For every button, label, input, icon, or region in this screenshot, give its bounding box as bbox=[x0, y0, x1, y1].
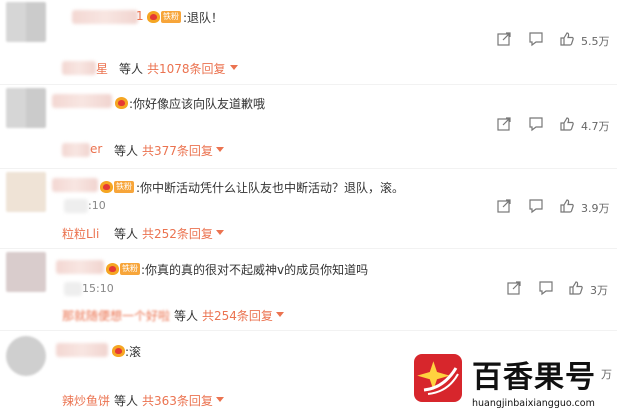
reply-user-blur bbox=[62, 143, 90, 157]
reply-user[interactable]: 那就随便想一个好啦 bbox=[62, 307, 170, 324]
avatar[interactable] bbox=[6, 172, 46, 212]
like-count: 3.9万 bbox=[581, 202, 610, 215]
commenter-name[interactable] bbox=[52, 94, 112, 108]
reply-mid-text: 等人 bbox=[119, 62, 144, 76]
fan-badge: 铁粉 bbox=[114, 181, 134, 193]
chevron-down-icon[interactable] bbox=[216, 147, 224, 152]
divider bbox=[0, 248, 617, 249]
watermark-logo-icon bbox=[414, 354, 462, 402]
reply-count[interactable]: 共254条回复 bbox=[202, 307, 273, 324]
thumbs-up-icon[interactable] bbox=[559, 31, 575, 47]
reply-user[interactable]: 辣炒鱼饼 bbox=[62, 392, 110, 409]
comment-text: :你真的真的很对不起威神v的成员你知道吗 bbox=[141, 263, 369, 277]
comment-icon[interactable] bbox=[538, 280, 554, 296]
like-count: 3万 bbox=[590, 284, 608, 297]
time-blur bbox=[64, 282, 82, 296]
forward-icon[interactable] bbox=[496, 198, 512, 214]
thumbs-up-icon[interactable] bbox=[559, 116, 575, 132]
thumbs-up-icon[interactable] bbox=[559, 198, 575, 214]
chevron-down-icon[interactable] bbox=[216, 397, 224, 402]
comment-text: :你好像应该向队友道歉哦 bbox=[129, 97, 266, 111]
comment-time: 15:10 bbox=[82, 282, 114, 295]
forward-icon[interactable] bbox=[496, 31, 512, 47]
reply-user[interactable]: 粒粒Lli bbox=[62, 225, 99, 242]
thumbs-up-icon[interactable] bbox=[568, 280, 584, 296]
heart-badge-icon bbox=[147, 11, 160, 23]
commenter-name[interactable] bbox=[56, 343, 108, 357]
reply-user[interactable]: 星 bbox=[96, 60, 108, 77]
comment-icon[interactable] bbox=[528, 116, 544, 132]
reply-mid-text: 等人 bbox=[114, 394, 139, 408]
reply-mid-text: 等人 bbox=[114, 227, 139, 241]
divider bbox=[0, 84, 617, 85]
avatar[interactable] bbox=[6, 252, 46, 292]
fan-badge: 铁粉 bbox=[161, 11, 181, 23]
divider bbox=[0, 168, 617, 169]
comment-icon[interactable] bbox=[528, 198, 544, 214]
reply-user-blur bbox=[62, 61, 96, 75]
comment-item: :你好像应该向队友道歉哦 4.7万 er 等人 共377条回复 bbox=[0, 86, 617, 166]
comment-time: :10 bbox=[88, 199, 106, 212]
comment-text: :退队！ bbox=[183, 11, 224, 25]
avatar[interactable] bbox=[6, 88, 46, 128]
commenter-name-fragment[interactable]: 1 bbox=[136, 9, 144, 23]
commenter-name[interactable] bbox=[52, 178, 98, 192]
commenter-name[interactable] bbox=[56, 260, 104, 274]
avatar[interactable] bbox=[6, 2, 46, 42]
avatar[interactable] bbox=[6, 336, 46, 376]
heart-badge-icon bbox=[112, 345, 125, 357]
divider bbox=[0, 330, 617, 331]
comment-text: :你中断活动凭什么让队友也中断活动？退队，滚。 bbox=[136, 181, 405, 195]
like-count: 4.7万 bbox=[581, 120, 610, 133]
comment-item: 1 铁粉 :退队！ 5.5万 星 等人 共1078条回复 bbox=[0, 0, 617, 82]
reply-count[interactable]: 共377条回复 bbox=[142, 142, 213, 159]
heart-badge-icon bbox=[115, 97, 128, 109]
like-count: 5.5万 bbox=[581, 35, 610, 48]
reply-count[interactable]: 共252条回复 bbox=[142, 225, 213, 242]
heart-badge-icon bbox=[100, 181, 113, 193]
comment-item: 铁粉 :你真的真的很对不起威神v的成员你知道吗 15:10 3万 那就随便想一个… bbox=[0, 250, 617, 330]
fan-badge: 铁粉 bbox=[120, 263, 140, 275]
chevron-down-icon[interactable] bbox=[216, 230, 224, 235]
watermark-url: huangjinbaixiangguo.com bbox=[472, 398, 595, 409]
chevron-down-icon[interactable] bbox=[230, 65, 238, 70]
time-blur bbox=[64, 199, 88, 213]
comment-text: :滚 bbox=[125, 345, 142, 359]
chevron-down-icon[interactable] bbox=[276, 312, 284, 317]
forward-icon[interactable] bbox=[506, 280, 522, 296]
forward-icon[interactable] bbox=[496, 116, 512, 132]
watermark: 百香果号 huangjinbaixiangguo.com bbox=[414, 352, 614, 414]
comment-icon[interactable] bbox=[528, 31, 544, 47]
comment-item: 铁粉 :你中断活动凭什么让队友也中断活动？退队，滚。 :10 3.9万 粒粒Ll… bbox=[0, 170, 617, 248]
reply-user[interactable]: er bbox=[90, 142, 102, 156]
watermark-title: 百香果号 bbox=[472, 360, 596, 395]
reply-count[interactable]: 共1078条回复 bbox=[147, 60, 226, 77]
heart-badge-icon bbox=[106, 263, 119, 275]
commenter-name[interactable] bbox=[72, 10, 138, 24]
reply-count[interactable]: 共363条回复 bbox=[142, 392, 213, 409]
reply-mid-text: 等人 bbox=[114, 144, 139, 158]
reply-mid-text: 等人 bbox=[174, 309, 199, 323]
